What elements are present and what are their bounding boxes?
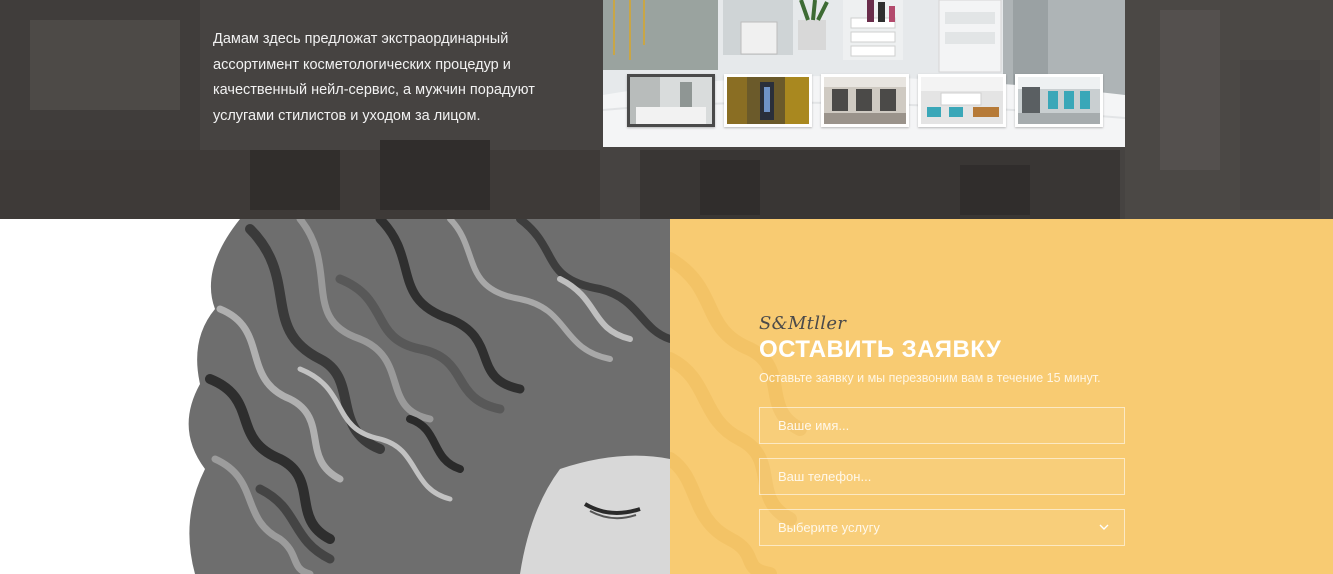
form-subtitle: Оставьте заявку и мы перезвоним вам в те… (759, 371, 1101, 385)
hair-photo-section (0, 219, 670, 574)
thumb-treatment-room[interactable] (627, 74, 715, 127)
phone-input[interactable] (759, 458, 1125, 495)
description-line: ассортимент косметологических процедур и (213, 56, 511, 73)
thumb-salon-hall[interactable] (1015, 74, 1103, 127)
thumb-corridor[interactable] (724, 74, 812, 127)
thumbnail-image (727, 77, 809, 124)
chevron-down-icon (1099, 524, 1109, 530)
description-line: качественный нейл-сервис, а мужчин порад… (213, 82, 535, 98)
callback-request-form: S&Mtller ОСТАВИТЬ ЗАЯВКУ Оставьте заявку… (759, 314, 1125, 546)
thumbnail-image (630, 77, 712, 124)
description-line: Дамам здесь предложат экстраординарный (213, 31, 509, 47)
form-title: ОСТАВИТЬ ЗАЯВКУ (759, 336, 1002, 363)
gallery-thumbnails (627, 74, 1103, 127)
about-section: Дамам здесь предложат экстраординарный а… (0, 0, 1333, 219)
thumbnail-image (824, 77, 906, 124)
curly-hair-model-photo (0, 219, 670, 574)
name-input[interactable] (759, 407, 1125, 444)
thumbnail-image (1018, 77, 1100, 124)
request-form-section: S&Mtller ОСТАВИТЬ ЗАЯВКУ Оставьте заявку… (670, 219, 1333, 574)
thumb-hair-hall[interactable] (821, 74, 909, 127)
thumb-reception[interactable] (918, 74, 1006, 127)
service-select[interactable]: Выберите услугу (759, 509, 1125, 546)
brand-logo: S&Mtller (759, 313, 847, 334)
service-select-value: Выберите услугу (778, 520, 880, 535)
thumbnail-image (921, 77, 1003, 124)
salon-description: Дамам здесь предложат экстраординарный а… (213, 27, 563, 129)
salon-photo-gallery (603, 0, 1125, 147)
description-line: услугами стилистов и уходом за лицом. (213, 107, 481, 124)
